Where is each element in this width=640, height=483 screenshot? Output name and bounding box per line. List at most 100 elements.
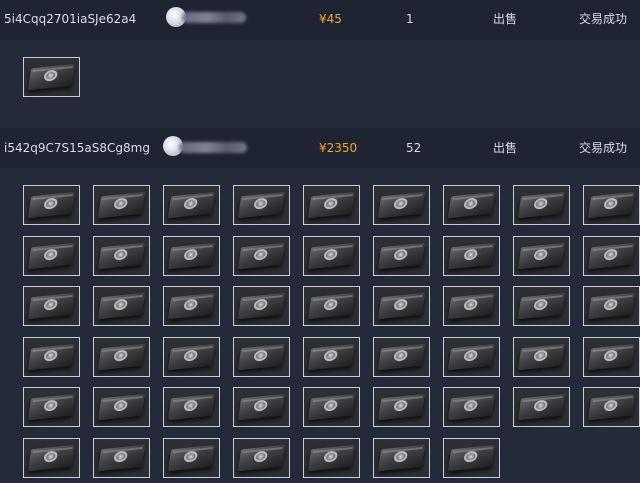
weapon-case-icon bbox=[167, 293, 216, 320]
item-thumbnail[interactable] bbox=[443, 286, 500, 327]
item-thumbnail[interactable] bbox=[233, 185, 290, 225]
weapon-case-icon bbox=[97, 293, 146, 320]
item-thumbnail[interactable] bbox=[23, 336, 80, 377]
blurred-username bbox=[182, 12, 246, 23]
item-thumbnail[interactable] bbox=[513, 235, 570, 276]
weapon-case-icon bbox=[307, 191, 356, 219]
item-thumbnail[interactable] bbox=[163, 286, 220, 327]
item-thumbnail[interactable] bbox=[373, 185, 430, 225]
weapon-case-icon bbox=[377, 444, 426, 472]
item-thumbnail[interactable] bbox=[583, 235, 640, 276]
item-thumbnail[interactable] bbox=[443, 235, 500, 276]
weapon-case-icon bbox=[517, 343, 566, 370]
item-thumbnail[interactable] bbox=[233, 387, 290, 428]
item-thumbnail[interactable] bbox=[23, 438, 80, 478]
weapon-case-icon bbox=[167, 191, 216, 219]
weapon-case-icon bbox=[377, 293, 426, 320]
weapon-case-icon bbox=[307, 444, 356, 472]
item-thumbnail[interactable] bbox=[373, 387, 430, 428]
item-thumbnail[interactable] bbox=[163, 387, 220, 428]
item-thumbnail[interactable] bbox=[513, 336, 570, 377]
item-thumbnail[interactable] bbox=[303, 185, 360, 225]
item-thumbnail[interactable] bbox=[303, 387, 360, 428]
quantity: 52 bbox=[406, 141, 422, 155]
item-thumbnail[interactable] bbox=[303, 438, 360, 478]
item-thumbnail[interactable] bbox=[583, 185, 640, 225]
item-thumbnail[interactable] bbox=[233, 286, 290, 327]
weapon-case-icon bbox=[447, 343, 496, 370]
price: ¥45 bbox=[319, 12, 342, 26]
item-thumbnail[interactable] bbox=[163, 235, 220, 276]
weapon-case-icon bbox=[237, 394, 286, 421]
transaction-row-1: 5i4Cqq2701iaSJe62a4 ¥45 1 出售 交易成功 bbox=[0, 0, 640, 40]
item-thumbnail[interactable] bbox=[373, 336, 430, 377]
weapon-case-icon bbox=[27, 343, 76, 370]
item-thumbnail[interactable] bbox=[233, 438, 290, 478]
item-thumbnail[interactable] bbox=[583, 387, 640, 428]
item-thumbnail[interactable] bbox=[23, 185, 80, 225]
item-thumbnail[interactable] bbox=[303, 336, 360, 377]
weapon-case-icon bbox=[587, 293, 636, 320]
weapon-case-icon bbox=[167, 394, 216, 421]
weapon-case-icon bbox=[27, 394, 76, 421]
item-thumbnail[interactable] bbox=[513, 387, 570, 428]
trade-type: 出售 bbox=[493, 12, 518, 26]
item-thumbnail[interactable] bbox=[443, 185, 500, 225]
item-thumbnail[interactable] bbox=[373, 286, 430, 327]
item-thumbnail[interactable] bbox=[443, 438, 500, 478]
item-thumbnail[interactable] bbox=[163, 336, 220, 377]
trade-type: 出售 bbox=[493, 141, 518, 155]
item-thumbnail[interactable] bbox=[303, 286, 360, 327]
weapon-case-icon bbox=[517, 293, 566, 320]
weapon-case-icon bbox=[447, 394, 496, 421]
item-thumbnail[interactable] bbox=[23, 286, 80, 327]
item-thumbnail[interactable] bbox=[443, 387, 500, 428]
item-thumbnail[interactable] bbox=[93, 235, 150, 276]
item-thumbnail[interactable] bbox=[583, 336, 640, 377]
item-thumbnail[interactable] bbox=[233, 235, 290, 276]
item-thumbnail[interactable] bbox=[233, 336, 290, 377]
item-thumbnail[interactable] bbox=[513, 185, 570, 225]
weapon-case-icon bbox=[307, 293, 356, 320]
weapon-case-icon bbox=[447, 293, 496, 320]
weapon-case-icon bbox=[167, 343, 216, 370]
item-thumbnail[interactable] bbox=[303, 235, 360, 276]
item-thumbnail[interactable] bbox=[163, 438, 220, 478]
item-thumbnail[interactable] bbox=[23, 57, 80, 97]
weapon-case-icon bbox=[377, 343, 426, 370]
weapon-case-icon bbox=[307, 242, 356, 269]
item-thumbnail[interactable] bbox=[583, 286, 640, 327]
item-thumbnail[interactable] bbox=[513, 286, 570, 327]
item-thumbnail[interactable] bbox=[443, 336, 500, 377]
transaction-id: 5i4Cqq2701iaSJe62a4 bbox=[4, 12, 137, 26]
weapon-case-icon bbox=[587, 394, 636, 421]
weapon-case-icon bbox=[97, 242, 146, 269]
weapon-case-icon bbox=[97, 394, 146, 421]
item-thumbnail[interactable] bbox=[93, 185, 150, 225]
weapon-case-icon bbox=[27, 444, 76, 472]
weapon-case-icon bbox=[27, 293, 76, 320]
weapon-case-icon bbox=[27, 191, 76, 219]
quantity: 1 bbox=[406, 12, 414, 26]
item-thumbnail[interactable] bbox=[373, 438, 430, 478]
weapon-case-icon bbox=[377, 394, 426, 421]
item-thumbnail[interactable] bbox=[93, 336, 150, 377]
weapon-case-icon bbox=[517, 191, 566, 219]
weapon-case-icon bbox=[447, 191, 496, 219]
weapon-case-icon bbox=[377, 242, 426, 269]
item-thumbnail[interactable] bbox=[93, 286, 150, 327]
item-thumbnail[interactable] bbox=[23, 235, 80, 276]
weapon-case-icon bbox=[447, 444, 496, 472]
weapon-case-icon bbox=[237, 293, 286, 320]
weapon-case-icon bbox=[97, 191, 146, 219]
item-thumbnail[interactable] bbox=[93, 438, 150, 478]
weapon-case-icon bbox=[587, 343, 636, 370]
weapon-case-icon bbox=[447, 242, 496, 269]
item-thumbnail[interactable] bbox=[93, 387, 150, 428]
item-thumbnail[interactable] bbox=[373, 235, 430, 276]
weapon-case-icon bbox=[237, 444, 286, 472]
item-thumbnail[interactable] bbox=[23, 387, 80, 428]
weapon-case-icon bbox=[237, 242, 286, 269]
transaction-id: i542q9C7S15aS8Cg8mg bbox=[4, 141, 150, 155]
item-thumbnail[interactable] bbox=[163, 185, 220, 225]
